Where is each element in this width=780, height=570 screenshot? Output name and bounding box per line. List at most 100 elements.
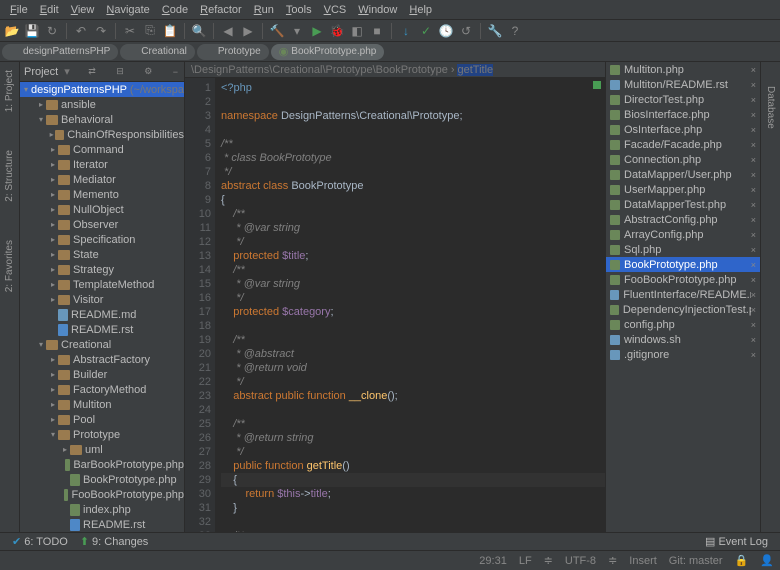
close-icon[interactable]: × bbox=[751, 245, 756, 255]
menu-vcs[interactable]: VCS bbox=[318, 4, 353, 16]
vcs-commit-icon[interactable]: ✓ bbox=[418, 23, 434, 39]
vcs-revert-icon[interactable]: ↺ bbox=[458, 23, 474, 39]
close-icon[interactable]: × bbox=[751, 140, 756, 150]
tree-item[interactable]: ▸Iterator bbox=[20, 157, 184, 172]
coverage-icon[interactable]: ◧ bbox=[349, 23, 365, 39]
changes-button[interactable]: ⬆9: Changes bbox=[74, 535, 154, 548]
back-icon[interactable]: ◀ bbox=[220, 23, 236, 39]
tree-item[interactable]: ▸Specification bbox=[20, 232, 184, 247]
open-file-tab[interactable]: Multiton/README.rst× bbox=[606, 77, 760, 92]
open-file-tab[interactable]: UserMapper.php× bbox=[606, 182, 760, 197]
forward-icon[interactable]: ▶ bbox=[240, 23, 256, 39]
tree-item[interactable]: ▸ansible bbox=[20, 97, 184, 112]
tree-item[interactable]: README.rst bbox=[20, 517, 184, 532]
debug-icon[interactable]: 🐞 bbox=[329, 23, 345, 39]
left-tab-structure[interactable]: 2: Structure bbox=[4, 146, 15, 206]
open-file-tab[interactable]: OsInterface.php× bbox=[606, 122, 760, 137]
open-file-tab[interactable]: ArrayConfig.php× bbox=[606, 227, 760, 242]
close-icon[interactable]: × bbox=[751, 290, 756, 300]
find-icon[interactable]: 🔍 bbox=[191, 23, 207, 39]
breadcrumb-designPatternsPHP[interactable]: designPatternsPHP bbox=[2, 44, 118, 60]
tree-item[interactable]: index.php bbox=[20, 502, 184, 517]
event-log-button[interactable]: ▤Event Log bbox=[699, 535, 774, 548]
open-file-tab[interactable]: FooBookPrototype.php× bbox=[606, 272, 760, 287]
close-icon[interactable]: × bbox=[751, 320, 756, 330]
right-tab-database[interactable]: Database bbox=[765, 82, 776, 133]
run-icon[interactable]: ▶ bbox=[309, 23, 325, 39]
menu-edit[interactable]: Edit bbox=[34, 4, 65, 16]
close-icon[interactable]: × bbox=[751, 260, 756, 270]
open-file-tab[interactable]: config.php× bbox=[606, 317, 760, 332]
stop-icon[interactable]: ■ bbox=[369, 23, 385, 39]
inspection-indicator[interactable] bbox=[593, 81, 601, 89]
vcs-history-icon[interactable]: 🕓 bbox=[438, 23, 454, 39]
menu-navigate[interactable]: Navigate bbox=[100, 4, 155, 16]
breadcrumb-Creational[interactable]: Creational bbox=[120, 44, 195, 60]
collapse-icon[interactable]: ⊟ bbox=[114, 66, 126, 77]
tree-item[interactable]: ▾Creational bbox=[20, 337, 184, 352]
open-file-tab[interactable]: windows.sh× bbox=[606, 332, 760, 347]
undo-icon[interactable]: ↶ bbox=[73, 23, 89, 39]
open-file-tab[interactable]: BiosInterface.php× bbox=[606, 107, 760, 122]
tree-item[interactable]: ▸Builder bbox=[20, 367, 184, 382]
close-icon[interactable]: × bbox=[751, 230, 756, 240]
breadcrumb-Prototype[interactable]: Prototype bbox=[197, 44, 269, 60]
open-file-tab[interactable]: DataMapper/User.php× bbox=[606, 167, 760, 182]
hector-icon[interactable]: 👤 bbox=[760, 554, 774, 567]
menu-run[interactable]: Run bbox=[248, 4, 280, 16]
close-icon[interactable]: × bbox=[751, 155, 756, 165]
hide-icon[interactable]: − bbox=[171, 67, 180, 77]
close-icon[interactable]: × bbox=[751, 80, 756, 90]
left-tab-favorites[interactable]: 2: Favorites bbox=[4, 236, 15, 296]
open-file-tab[interactable]: Connection.php× bbox=[606, 152, 760, 167]
tree-item[interactable]: BookPrototype.php bbox=[20, 472, 184, 487]
insert-mode[interactable]: Insert bbox=[629, 555, 657, 567]
tree-item[interactable]: FooBookPrototype.php bbox=[20, 487, 184, 502]
tree-item[interactable]: ▸Strategy bbox=[20, 262, 184, 277]
redo-icon[interactable]: ↷ bbox=[93, 23, 109, 39]
cursor-position[interactable]: 29:31 bbox=[479, 555, 507, 567]
open-file-tab[interactable]: DependencyInjectionTest.php× bbox=[606, 302, 760, 317]
cut-icon[interactable]: ✂ bbox=[122, 23, 138, 39]
file-encoding[interactable]: UTF-8 bbox=[565, 555, 596, 567]
menu-help[interactable]: Help bbox=[403, 4, 438, 16]
tree-item[interactable]: ▸Multiton bbox=[20, 397, 184, 412]
menu-file[interactable]: File bbox=[4, 4, 34, 16]
open-file-tab[interactable]: DirectorTest.php× bbox=[606, 92, 760, 107]
tree-item[interactable]: ▸AbstractFactory bbox=[20, 352, 184, 367]
todo-button[interactable]: ✔6: TODO bbox=[6, 535, 74, 548]
vcs-update-icon[interactable]: ↓ bbox=[398, 23, 414, 39]
tree-item[interactable]: ▸ChainOfResponsibilities bbox=[20, 127, 184, 142]
menu-tools[interactable]: Tools bbox=[280, 4, 318, 16]
close-icon[interactable]: × bbox=[751, 305, 756, 315]
open-file-tab[interactable]: DataMapperTest.php× bbox=[606, 197, 760, 212]
menu-view[interactable]: View bbox=[65, 4, 101, 16]
close-icon[interactable]: × bbox=[751, 335, 756, 345]
close-icon[interactable]: × bbox=[751, 350, 756, 360]
copy-icon[interactable]: ⎘ bbox=[142, 23, 158, 39]
open-file-tab[interactable]: BookPrototype.php× bbox=[606, 257, 760, 272]
tree-item[interactable]: ▸FactoryMethod bbox=[20, 382, 184, 397]
code-editor[interactable]: 1234567891011121314151617181920212223242… bbox=[185, 78, 605, 532]
close-icon[interactable]: × bbox=[751, 275, 756, 285]
tree-item[interactable]: ▸Pool bbox=[20, 412, 184, 427]
sync-icon[interactable]: ↻ bbox=[44, 23, 60, 39]
close-icon[interactable]: × bbox=[751, 170, 756, 180]
open-file-tab[interactable]: AbstractConfig.php× bbox=[606, 212, 760, 227]
tree-item[interactable]: ▾Prototype bbox=[20, 427, 184, 442]
settings-icon[interactable]: 🔧 bbox=[487, 23, 503, 39]
run-config-icon[interactable]: ▾ bbox=[289, 23, 305, 39]
lock-icon[interactable]: 🔒 bbox=[735, 554, 749, 567]
tree-item[interactable]: ▸uml bbox=[20, 442, 184, 457]
tree-item[interactable]: README.md bbox=[20, 307, 184, 322]
menu-window[interactable]: Window bbox=[352, 4, 403, 16]
close-icon[interactable]: × bbox=[751, 110, 756, 120]
scroll-from-source-icon[interactable]: ⇄ bbox=[86, 66, 98, 77]
line-separator[interactable]: LF bbox=[519, 555, 532, 567]
code-area[interactable]: <?phpnamespace DesignPatterns\Creational… bbox=[215, 78, 605, 532]
paste-icon[interactable]: 📋 bbox=[162, 23, 178, 39]
open-file-tab[interactable]: FluentInterface/README.rst× bbox=[606, 287, 760, 302]
project-view-dropdown[interactable]: ▾ bbox=[64, 65, 70, 78]
tree-item[interactable]: ▾designPatternsPHP (~/workspace... bbox=[20, 82, 184, 97]
open-file-tab[interactable]: .gitignore× bbox=[606, 347, 760, 362]
